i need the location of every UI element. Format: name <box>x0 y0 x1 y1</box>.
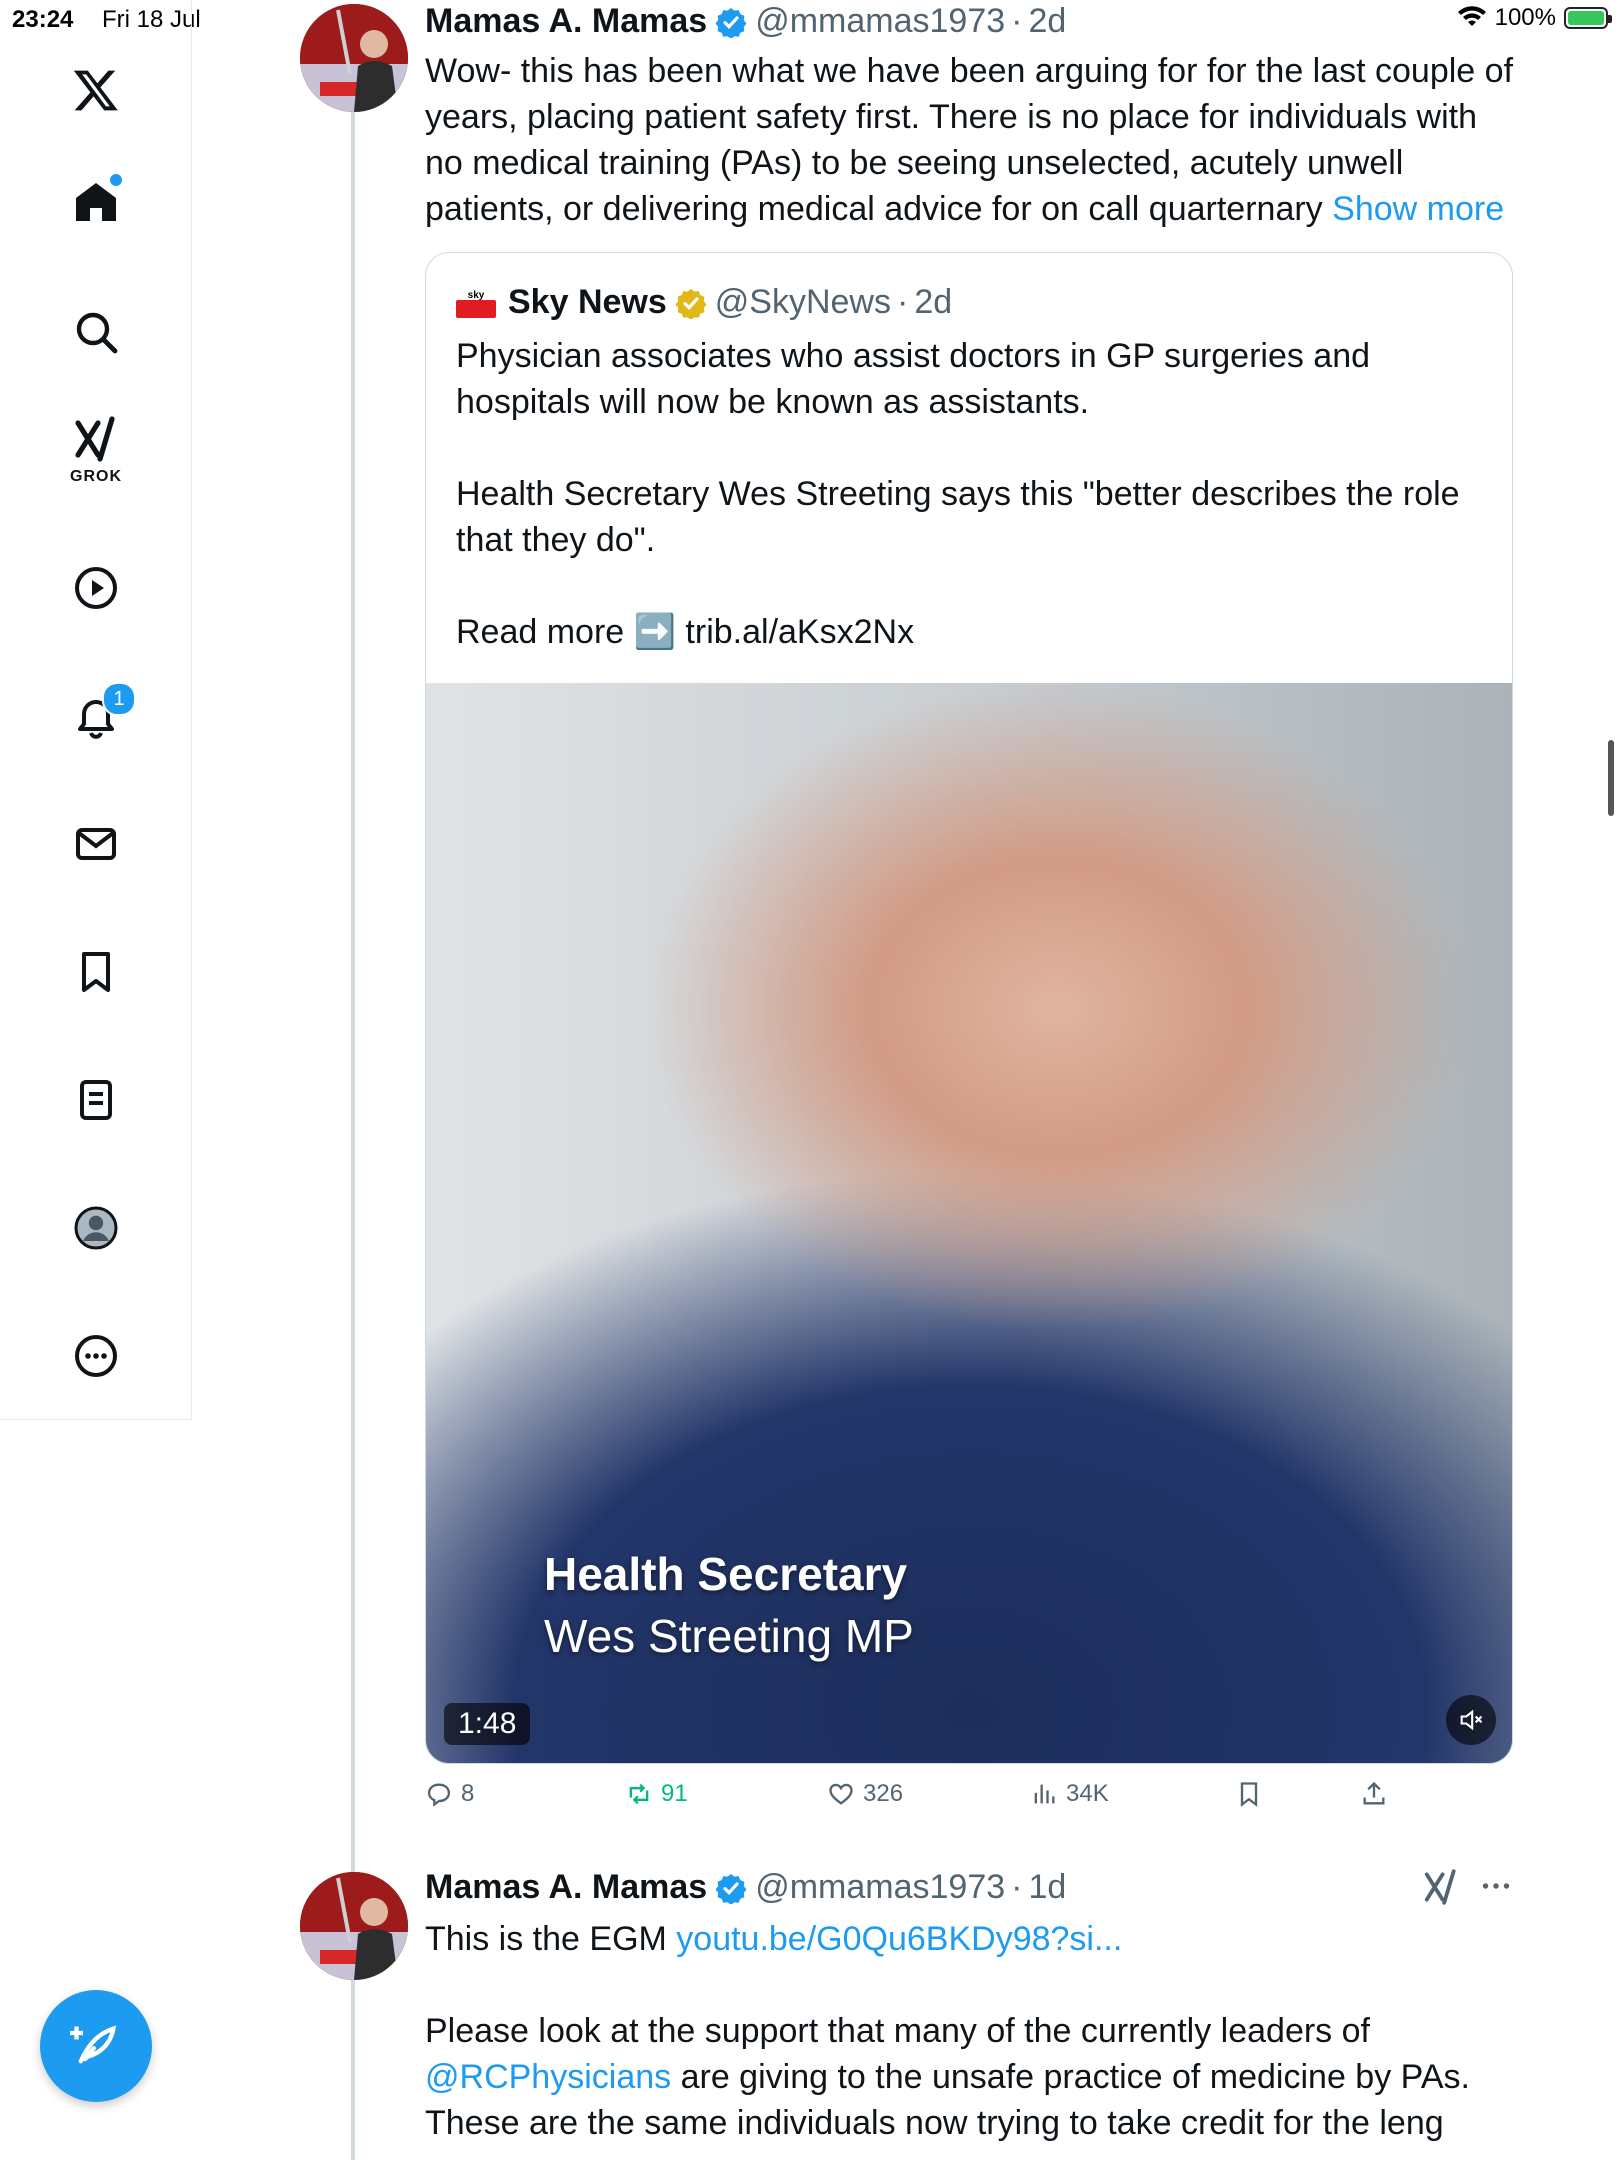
reply-button[interactable]: 8 <box>425 1780 474 1808</box>
quote-separator-dot: · <box>896 283 909 321</box>
quote-author-name[interactable]: Sky News <box>508 283 667 322</box>
tweet-paragraph-2: Please look at the support that many of … <box>425 2008 1515 2146</box>
quote-author-handle[interactable]: @SkyNews <box>715 283 891 322</box>
share-button[interactable] <box>1360 1780 1388 1808</box>
tweet-line-1: This is the EGM youtu.be/G0Qu6BKDy98?si.… <box>425 1916 1515 1962</box>
author-name[interactable]: Mamas A. Mamas <box>425 2 707 41</box>
post-time[interactable]: 1d <box>1028 1868 1066 1907</box>
avatar[interactable] <box>300 4 408 112</box>
tweet-text: This is the EGM youtu.be/G0Qu6BKDy98?si.… <box>425 1916 1515 2146</box>
heart-icon <box>829 1783 853 1805</box>
views-button[interactable]: 34K <box>1030 1780 1109 1808</box>
tweet-header: Mamas A. Mamas @mmamas1973 · 1d <box>425 1868 1066 1907</box>
video-play-icon[interactable] <box>48 540 144 636</box>
video-caption-name: Wes Streeting MP <box>544 1610 914 1662</box>
mute-button[interactable] <box>1446 1695 1496 1745</box>
share-upload-icon <box>1363 1781 1385 1805</box>
quote-time[interactable]: 2d <box>914 283 952 322</box>
like-count: 326 <box>863 1780 904 1807</box>
notifications-bell-icon[interactable]: 1 <box>48 668 144 764</box>
compose-post-button[interactable] <box>40 1990 152 2102</box>
like-button[interactable]: 326 <box>827 1780 903 1808</box>
x-logo-icon[interactable] <box>48 42 144 138</box>
lists-icon[interactable] <box>48 1052 144 1148</box>
quoted-post[interactable]: sky Sky News @SkyNews · 2d Physician ass… <box>425 252 1513 1764</box>
separator-dot: · <box>1011 2 1023 40</box>
home-unread-dot <box>110 174 122 186</box>
video-caption: Health Secretary Wes Streeting MP <box>544 1543 914 1667</box>
video-player[interactable]: Health Secretary Wes Streeting MP 1:48 <box>426 683 1512 1763</box>
post-time[interactable]: 2d <box>1028 2 1066 41</box>
bookmark-icon <box>1240 1782 1258 1807</box>
reply-count: 8 <box>461 1780 475 1807</box>
repost-count: 91 <box>661 1780 688 1807</box>
sidebar: GROK 1 <box>0 0 192 1420</box>
video-duration: 1:48 <box>444 1703 531 1745</box>
bookmarks-icon[interactable] <box>48 924 144 1020</box>
battery-percent: 100% <box>1494 4 1556 31</box>
author-handle[interactable]: @mmamas1973 <box>755 2 1005 41</box>
battery-icon <box>1564 7 1612 29</box>
more-horizontal-icon <box>1482 1883 1510 1889</box>
post-more-button[interactable] <box>1478 1868 1514 1909</box>
quote-paragraph-2: Health Secretary Wes Streeting says this… <box>456 475 1460 559</box>
scrollbar[interactable] <box>1608 740 1614 816</box>
separator-dot: · <box>1011 1868 1023 1906</box>
quote-text: Physician associates who assist doctors … <box>456 333 1476 655</box>
more-options-icon[interactable] <box>48 1308 144 1404</box>
mention-link[interactable]: @RCPhysicians <box>425 2058 671 2096</box>
gold-verified-badge-icon <box>675 288 707 319</box>
tweet-text: Wow- this has been what we have been arg… <box>425 48 1515 232</box>
tweet-header: Mamas A. Mamas @mmamas1973 · 2d <box>425 2 1066 41</box>
grok-explain-button[interactable] <box>1422 1868 1460 1911</box>
verified-badge-icon <box>715 1873 747 1904</box>
author-name[interactable]: Mamas A. Mamas <box>425 1868 707 1907</box>
search-icon[interactable] <box>48 284 144 380</box>
author-handle[interactable]: @mmamas1973 <box>755 1868 1005 1907</box>
bookmark-button[interactable] <box>1235 1780 1263 1808</box>
tweet-paragraph-2-text: Please look at the support that many of … <box>425 2012 1370 2050</box>
reply-bubble-icon <box>427 1783 451 1807</box>
notifications-badge: 1 <box>102 682 136 716</box>
verified-badge-icon <box>715 7 747 38</box>
grok-icon <box>1424 1869 1456 1905</box>
grok-icon[interactable]: GROK <box>48 402 144 498</box>
video-caption-title: Health Secretary <box>544 1548 908 1600</box>
quote-paragraph-1: Physician associates who assist doctors … <box>456 337 1371 421</box>
muted-speaker-icon <box>1460 1709 1483 1731</box>
repost-icon <box>629 1783 649 1805</box>
show-more-link[interactable]: Show more <box>1332 190 1504 228</box>
quote-header: sky Sky News @SkyNews · 2d <box>456 283 952 322</box>
profile-icon[interactable] <box>48 1180 144 1276</box>
read-more-text: Read more <box>456 613 634 651</box>
avatar[interactable] <box>300 1872 408 1980</box>
thread-line <box>351 108 355 2160</box>
svg-text:sky: sky <box>468 290 485 301</box>
quote-paragraph-3: Read more ➡️ trib.al/aKsx2Nx <box>456 609 1476 655</box>
home-icon[interactable] <box>48 154 144 250</box>
repost-button[interactable]: 91 <box>625 1780 688 1808</box>
article-link[interactable]: trib.al/aKsx2Nx <box>676 613 914 651</box>
tweet-action-bar: 8 91 326 34K <box>425 1780 1425 1820</box>
compose-feather-icon <box>70 2025 117 2064</box>
tweet-line-1-text: This is the EGM <box>425 1920 677 1958</box>
analytics-bars-icon <box>1034 1784 1055 1804</box>
view-count: 34K <box>1066 1780 1109 1807</box>
arrow-right-emoji: ➡️ <box>633 613 676 651</box>
grok-label: GROK <box>70 468 122 485</box>
messages-envelope-icon[interactable] <box>48 796 144 892</box>
sky-news-logo-icon: sky <box>456 286 496 320</box>
status-right: 100% <box>1457 4 1612 32</box>
youtube-link[interactable]: youtu.be/G0Qu6BKDy98?si... <box>676 1920 1122 1958</box>
wifi-icon <box>1457 6 1486 26</box>
